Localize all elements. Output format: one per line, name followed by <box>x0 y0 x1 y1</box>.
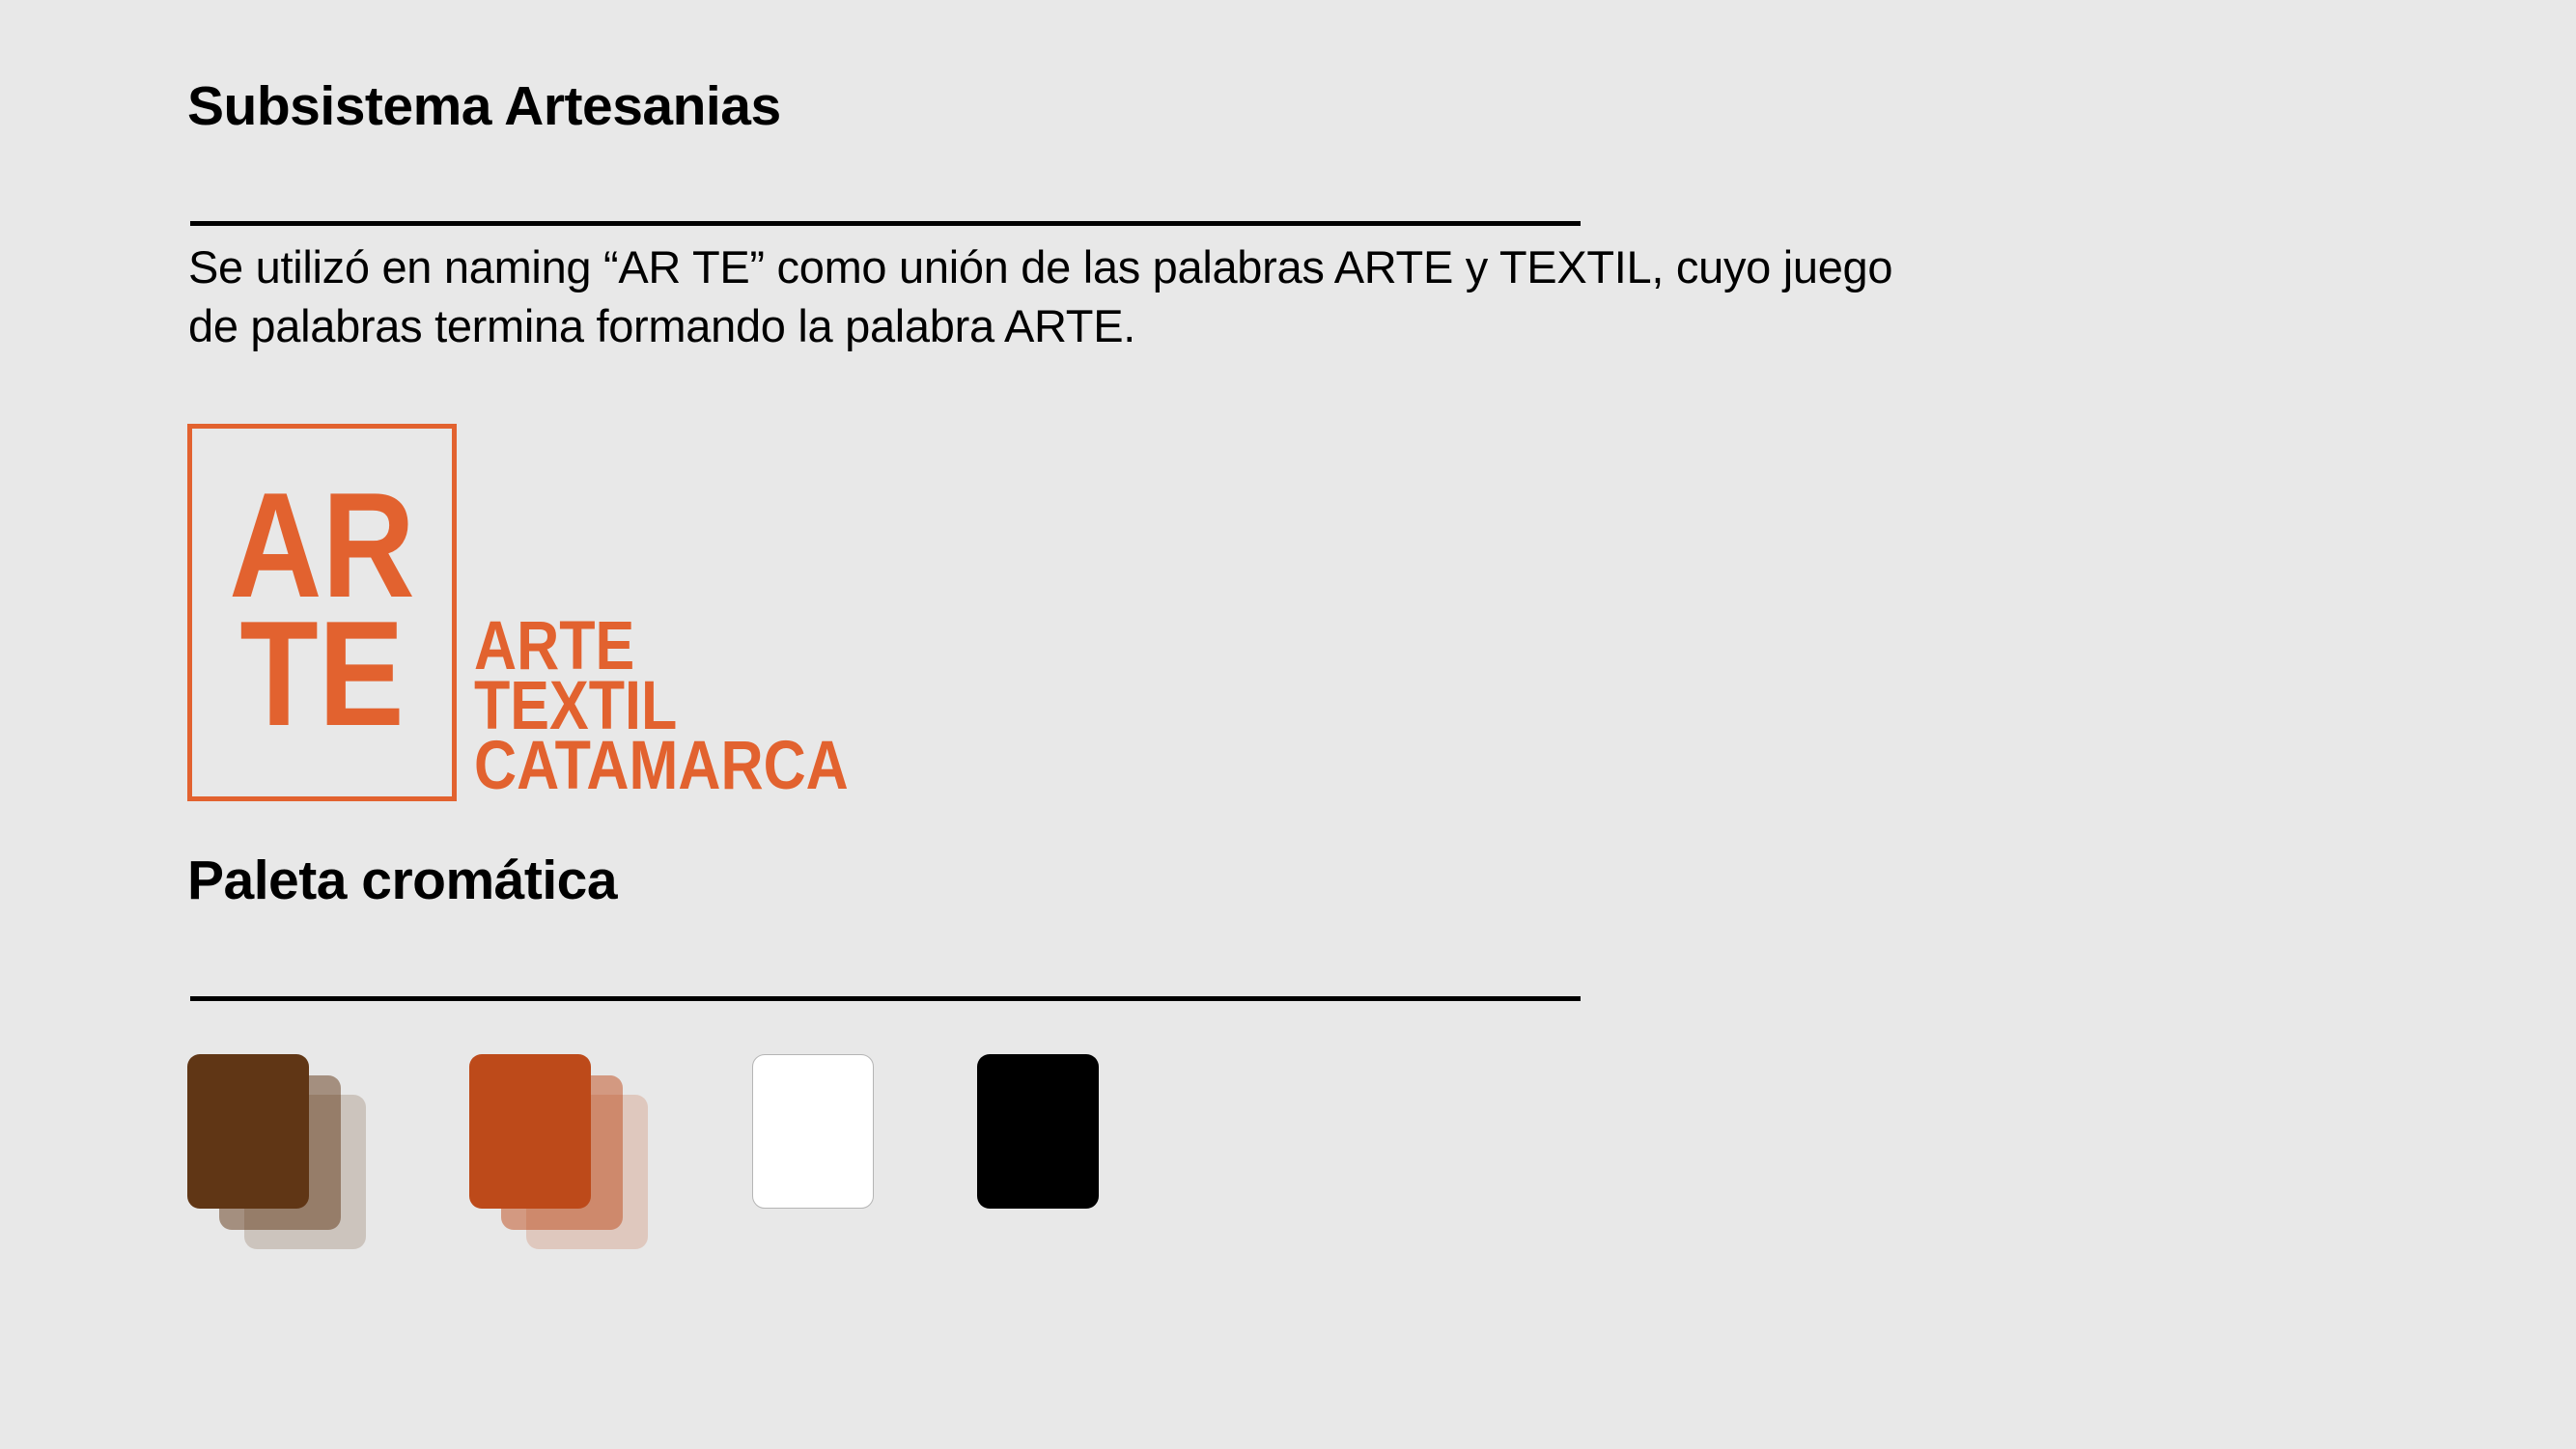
swatch-black-solid <box>977 1054 1099 1209</box>
logo-word-catamarca: CATAMARCA <box>474 728 849 804</box>
palette-divider <box>190 996 1581 1001</box>
swatch-white-solid <box>752 1054 874 1209</box>
swatch-black <box>977 1054 1170 1247</box>
swatch-orange-solid <box>469 1054 591 1209</box>
palette-title: Paleta cromática <box>187 850 618 911</box>
description-line-2: de palabras termina formando la palabra … <box>188 300 1136 351</box>
swatch-brown-solid <box>187 1054 309 1209</box>
description-line-1: Se utilizó en naming “AR TE” como unión … <box>188 241 1893 293</box>
title-divider <box>190 221 1581 226</box>
swatch-brown <box>187 1054 380 1249</box>
arte-textil-logo: AR TE ARTE TEXTIL CATAMARCA <box>187 424 1016 801</box>
description: Se utilizó en naming “AR TE” como unión … <box>188 237 2119 355</box>
swatch-orange <box>469 1054 662 1249</box>
page-title: Subsistema Artesanias <box>187 75 781 137</box>
logo-mark-bottom: TE <box>239 590 405 757</box>
logo-wordmark: ARTE TEXTIL CATAMARCA <box>474 612 849 804</box>
swatch-white <box>752 1054 945 1247</box>
